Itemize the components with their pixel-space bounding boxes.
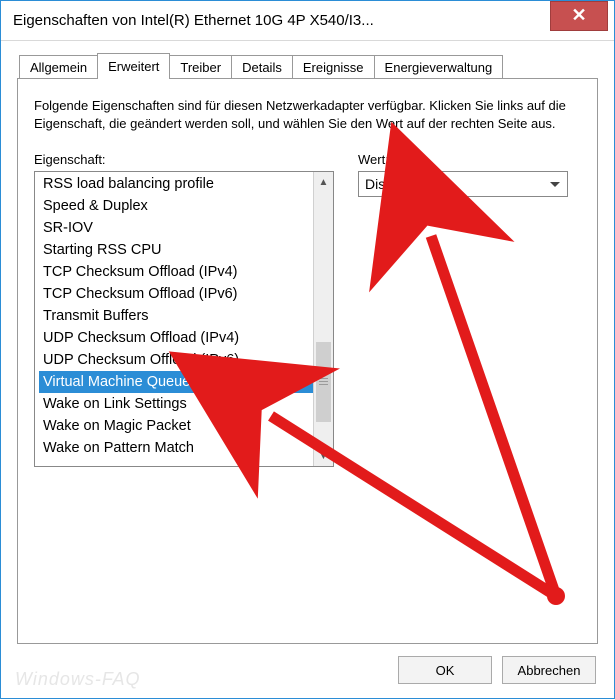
tab-label: Allgemein	[30, 60, 87, 75]
close-button[interactable]: ✕	[550, 1, 608, 31]
window-title: Eigenschaften von Intel(R) Ethernet 10G …	[13, 12, 550, 29]
list-item[interactable]: SR-IOV	[39, 217, 333, 239]
chevron-down-icon: ▼	[319, 451, 329, 462]
value-label: Wert:	[358, 152, 581, 167]
scroll-down-button[interactable]: ▼	[314, 446, 333, 466]
tab-label: Details	[242, 60, 282, 75]
tab-label: Ereignisse	[303, 60, 364, 75]
tab-energieverwaltung[interactable]: Energieverwaltung	[374, 55, 504, 79]
tab-allgemein[interactable]: Allgemein	[19, 55, 98, 79]
tab-erweitert[interactable]: Erweitert	[97, 53, 170, 79]
tab-panel-erweitert: Folgende Eigenschaften sind für diesen N…	[17, 78, 598, 644]
list-item[interactable]: UDP Checksum Offload (IPv6)	[39, 349, 333, 371]
tab-strip: Allgemein Erweitert Treiber Details Erei…	[19, 55, 598, 79]
watermark-text: Windows-FAQ	[15, 669, 141, 690]
tab-treiber[interactable]: Treiber	[169, 55, 232, 79]
properties-dialog: Eigenschaften von Intel(R) Ethernet 10G …	[0, 0, 615, 699]
titlebar: Eigenschaften von Intel(R) Ethernet 10G …	[1, 1, 614, 41]
list-item[interactable]: RSS load balancing profile	[39, 173, 333, 195]
list-item[interactable]: Wake on Link Settings	[39, 393, 333, 415]
scroll-track[interactable]	[314, 192, 333, 446]
tab-label: Erweitert	[108, 59, 159, 74]
two-columns: Eigenschaft: RSS load balancing profileS…	[34, 152, 581, 467]
list-item[interactable]: UDP Checksum Offload (IPv4)	[39, 327, 333, 349]
value-dropdown-text: Disabled	[365, 176, 419, 192]
scroll-thumb[interactable]	[316, 342, 331, 422]
tab-label: Treiber	[180, 60, 221, 75]
property-column: Eigenschaft: RSS load balancing profileS…	[34, 152, 334, 467]
list-item[interactable]: TCP Checksum Offload (IPv4)	[39, 261, 333, 283]
close-icon: ✕	[571, 5, 586, 26]
chevron-up-icon: ▲	[319, 177, 329, 188]
list-item[interactable]: Wake on Magic Packet	[39, 415, 333, 437]
dialog-buttons: OK Abbrechen	[398, 656, 596, 684]
scroll-up-button[interactable]: ▲	[314, 172, 333, 192]
cancel-button[interactable]: Abbrechen	[502, 656, 596, 684]
list-item[interactable]: Speed & Duplex	[39, 195, 333, 217]
property-label: Eigenschaft:	[34, 152, 334, 167]
tab-ereignisse[interactable]: Ereignisse	[292, 55, 375, 79]
listbox-scrollbar[interactable]: ▲ ▼	[313, 172, 333, 466]
ok-button[interactable]: OK	[398, 656, 492, 684]
tab-details[interactable]: Details	[231, 55, 293, 79]
tab-label: Energieverwaltung	[385, 60, 493, 75]
property-listbox[interactable]: RSS load balancing profileSpeed & Duplex…	[34, 171, 334, 467]
list-item[interactable]: Transmit Buffers	[39, 305, 333, 327]
list-item[interactable]: TCP Checksum Offload (IPv6)	[39, 283, 333, 305]
content-area: Allgemein Erweitert Treiber Details Erei…	[1, 41, 614, 660]
value-column: Wert: Disabled	[358, 152, 581, 467]
value-dropdown[interactable]: Disabled	[358, 171, 568, 197]
list-item[interactable]: Virtual Machine Queues	[39, 371, 333, 393]
list-item[interactable]: Starting RSS CPU	[39, 239, 333, 261]
panel-description: Folgende Eigenschaften sind für diesen N…	[34, 97, 581, 132]
list-item[interactable]: Wake on Pattern Match	[39, 437, 333, 459]
